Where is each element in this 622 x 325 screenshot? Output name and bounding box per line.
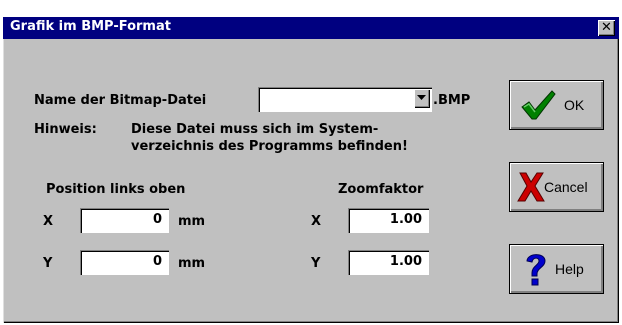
cancel-button[interactable]: Cancel — [509, 162, 604, 212]
bmp-extension-label: .BMP — [433, 93, 471, 108]
position-heading: Position links oben — [46, 182, 186, 197]
help-button[interactable]: Help — [509, 244, 604, 294]
position-y-unit: mm — [178, 256, 206, 271]
zoom-x-input[interactable]: 1.00 — [348, 208, 429, 233]
close-icon: ✕ — [601, 20, 612, 35]
ok-button[interactable]: OK — [509, 80, 604, 130]
cancel-label: Cancel — [544, 179, 588, 195]
hint-text-line1: Diese Datei muss sich im System- — [131, 122, 379, 137]
position-x-input[interactable]: 0 — [80, 208, 169, 233]
position-y-input[interactable]: 0 — [80, 250, 169, 275]
zoom-y-value: 1.00 — [389, 254, 422, 269]
dialog-window: Grafik im BMP-Format ✕ Name der Bitmap-D… — [3, 17, 619, 323]
window-title: Grafik im BMP-Format — [10, 19, 171, 34]
position-x-unit: mm — [178, 214, 206, 229]
red-x-icon — [517, 172, 545, 202]
help-label: Help — [555, 261, 584, 277]
bitmap-file-combo[interactable] — [258, 87, 432, 112]
position-x-value: 0 — [152, 212, 162, 227]
zoom-y-label: Y — [311, 256, 321, 271]
position-y-label: Y — [43, 256, 53, 271]
combo-dropdown-button[interactable] — [414, 89, 430, 108]
hint-label: Hinweis: — [34, 122, 97, 137]
bitmap-file-label: Name der Bitmap-Datei — [34, 93, 207, 108]
close-button[interactable]: ✕ — [598, 20, 615, 36]
title-bar[interactable]: Grafik im BMP-Format ✕ — [3, 17, 619, 39]
zoom-y-input[interactable]: 1.00 — [348, 250, 429, 275]
dropdown-arrow-icon — [417, 95, 426, 100]
hint-text-line2: verzeichnis des Programms befinden! — [131, 139, 408, 154]
position-x-label: X — [43, 214, 54, 229]
ok-label: OK — [564, 97, 585, 113]
zoom-x-value: 1.00 — [389, 212, 422, 227]
question-mark-icon — [526, 254, 546, 286]
zoom-x-label: X — [311, 214, 322, 229]
checkmark-icon — [521, 90, 556, 120]
zoom-heading: Zoomfaktor — [338, 182, 424, 197]
position-y-value: 0 — [152, 254, 162, 269]
